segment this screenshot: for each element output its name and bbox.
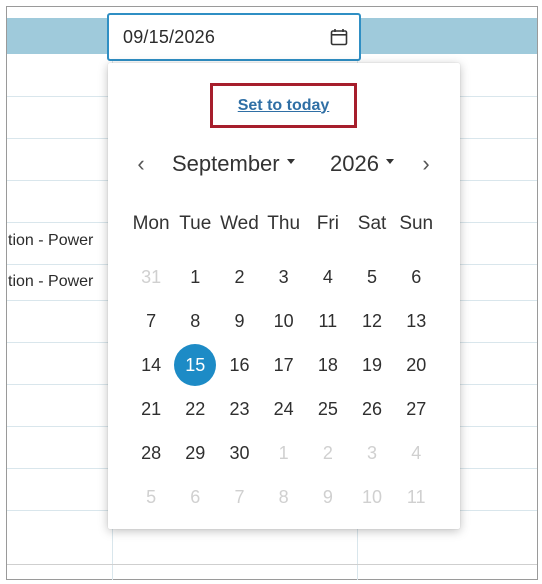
- calendar-day[interactable]: 19: [350, 343, 394, 387]
- calendar-day[interactable]: 23: [217, 387, 261, 431]
- calendar-day[interactable]: 9: [217, 299, 261, 343]
- calendar-day-outside-month[interactable]: 9: [306, 475, 350, 519]
- calendar-day-outside-month[interactable]: 1: [262, 431, 306, 475]
- year-select[interactable]: 2026: [330, 147, 394, 181]
- calendar-day[interactable]: 14: [129, 343, 173, 387]
- month-label: September: [172, 151, 280, 176]
- calendar-week: 7 8 9 10 11 12 13: [129, 299, 439, 343]
- set-to-today-link[interactable]: Set to today: [238, 97, 330, 115]
- calendar-day[interactable]: 8: [173, 299, 217, 343]
- prev-month-button[interactable]: ‹: [130, 149, 152, 179]
- calendar-day-outside-month[interactable]: 8: [262, 475, 306, 519]
- calendar-day-outside-month[interactable]: 11: [394, 475, 438, 519]
- calendar-day[interactable]: 24: [262, 387, 306, 431]
- weekday-label: Fri: [316, 213, 339, 234]
- day-grid: 31 1 2 3 4 5 6 7 8 9 10 11 12 13 14 15 16 17 18 19 20 21 22 23 2…: [129, 255, 439, 519]
- calendar-day-outside-month[interactable]: 4: [394, 431, 438, 475]
- month-nav: ‹ September 2026 ›: [108, 147, 460, 181]
- calendar-day[interactable]: 5: [350, 255, 394, 299]
- caret-down-icon: [286, 158, 295, 164]
- date-input-value: 09/15/2026: [123, 26, 216, 47]
- highlight-box: Set to today: [210, 83, 357, 128]
- calendar-icon[interactable]: [329, 27, 349, 47]
- calendar-day[interactable]: 21: [129, 387, 173, 431]
- year-label: 2026: [330, 151, 379, 176]
- caret-down-icon: [385, 158, 394, 164]
- weekday-label: Mon: [132, 213, 170, 234]
- calendar-day[interactable]: 6: [394, 255, 438, 299]
- calendar-day-outside-month[interactable]: 7: [217, 475, 261, 519]
- calendar-day[interactable]: 2: [217, 255, 261, 299]
- calendar-week: 5 6 7 8 9 10 11: [129, 475, 439, 519]
- calendar-week: 21 22 23 24 25 26 27: [129, 387, 439, 431]
- calendar-day-outside-month[interactable]: 31: [129, 255, 173, 299]
- calendar-day-outside-month[interactable]: 5: [129, 475, 173, 519]
- calendar-day[interactable]: 4: [306, 255, 350, 299]
- calendar-day[interactable]: 1: [173, 255, 217, 299]
- calendar-day[interactable]: 10: [262, 299, 306, 343]
- calendar-day[interactable]: 20: [394, 343, 438, 387]
- weekday-header: Mon Tue Wed Thu Fri Sat Sun: [129, 209, 439, 239]
- calendar-week: 14 15 16 17 18 19 20: [129, 343, 439, 387]
- calendar-day-outside-month[interactable]: 10: [350, 475, 394, 519]
- table-bottom-border: [7, 564, 537, 565]
- calendar-day[interactable]: 30: [217, 431, 261, 475]
- table-cell[interactable]: tion - Power: [8, 272, 110, 292]
- calendar-day[interactable]: 12: [350, 299, 394, 343]
- calendar-day-outside-month[interactable]: 6: [173, 475, 217, 519]
- calendar-day[interactable]: 29: [173, 431, 217, 475]
- calendar-day[interactable]: 27: [394, 387, 438, 431]
- weekday-label: Wed: [220, 213, 259, 234]
- selected-day-label: 15: [174, 344, 217, 386]
- calendar-day[interactable]: 28: [129, 431, 173, 475]
- selected-day[interactable]: 15: [173, 343, 217, 387]
- calendar-day-outside-month[interactable]: 3: [350, 431, 394, 475]
- calendar-day[interactable]: 26: [350, 387, 394, 431]
- next-month-button[interactable]: ›: [415, 149, 437, 179]
- table-cell[interactable]: tion - Power: [8, 231, 110, 251]
- calendar-day[interactable]: 22: [173, 387, 217, 431]
- calendar-day[interactable]: 18: [306, 343, 350, 387]
- weekday-label: Tue: [179, 213, 212, 234]
- calendar-day[interactable]: 17: [262, 343, 306, 387]
- calendar-day[interactable]: 25: [306, 387, 350, 431]
- calendar-day[interactable]: 16: [217, 343, 261, 387]
- calendar-day-outside-month[interactable]: 2: [306, 431, 350, 475]
- calendar-day[interactable]: 7: [129, 299, 173, 343]
- calendar-week: 28 29 30 1 2 3 4: [129, 431, 439, 475]
- weekday-label: Sun: [399, 213, 434, 234]
- weekday-label: Sat: [357, 213, 387, 234]
- month-select[interactable]: September: [172, 147, 295, 181]
- date-input[interactable]: 09/15/2026: [107, 13, 361, 61]
- calendar-day[interactable]: 13: [394, 299, 438, 343]
- weekday-label: Thu: [267, 213, 301, 234]
- calendar-day[interactable]: 3: [262, 255, 306, 299]
- calendar-week: 31 1 2 3 4 5 6: [129, 255, 439, 299]
- calendar-day[interactable]: 11: [306, 299, 350, 343]
- datepicker-popup: Set to today ‹ September 2026 › Mon Tue We…: [108, 63, 460, 529]
